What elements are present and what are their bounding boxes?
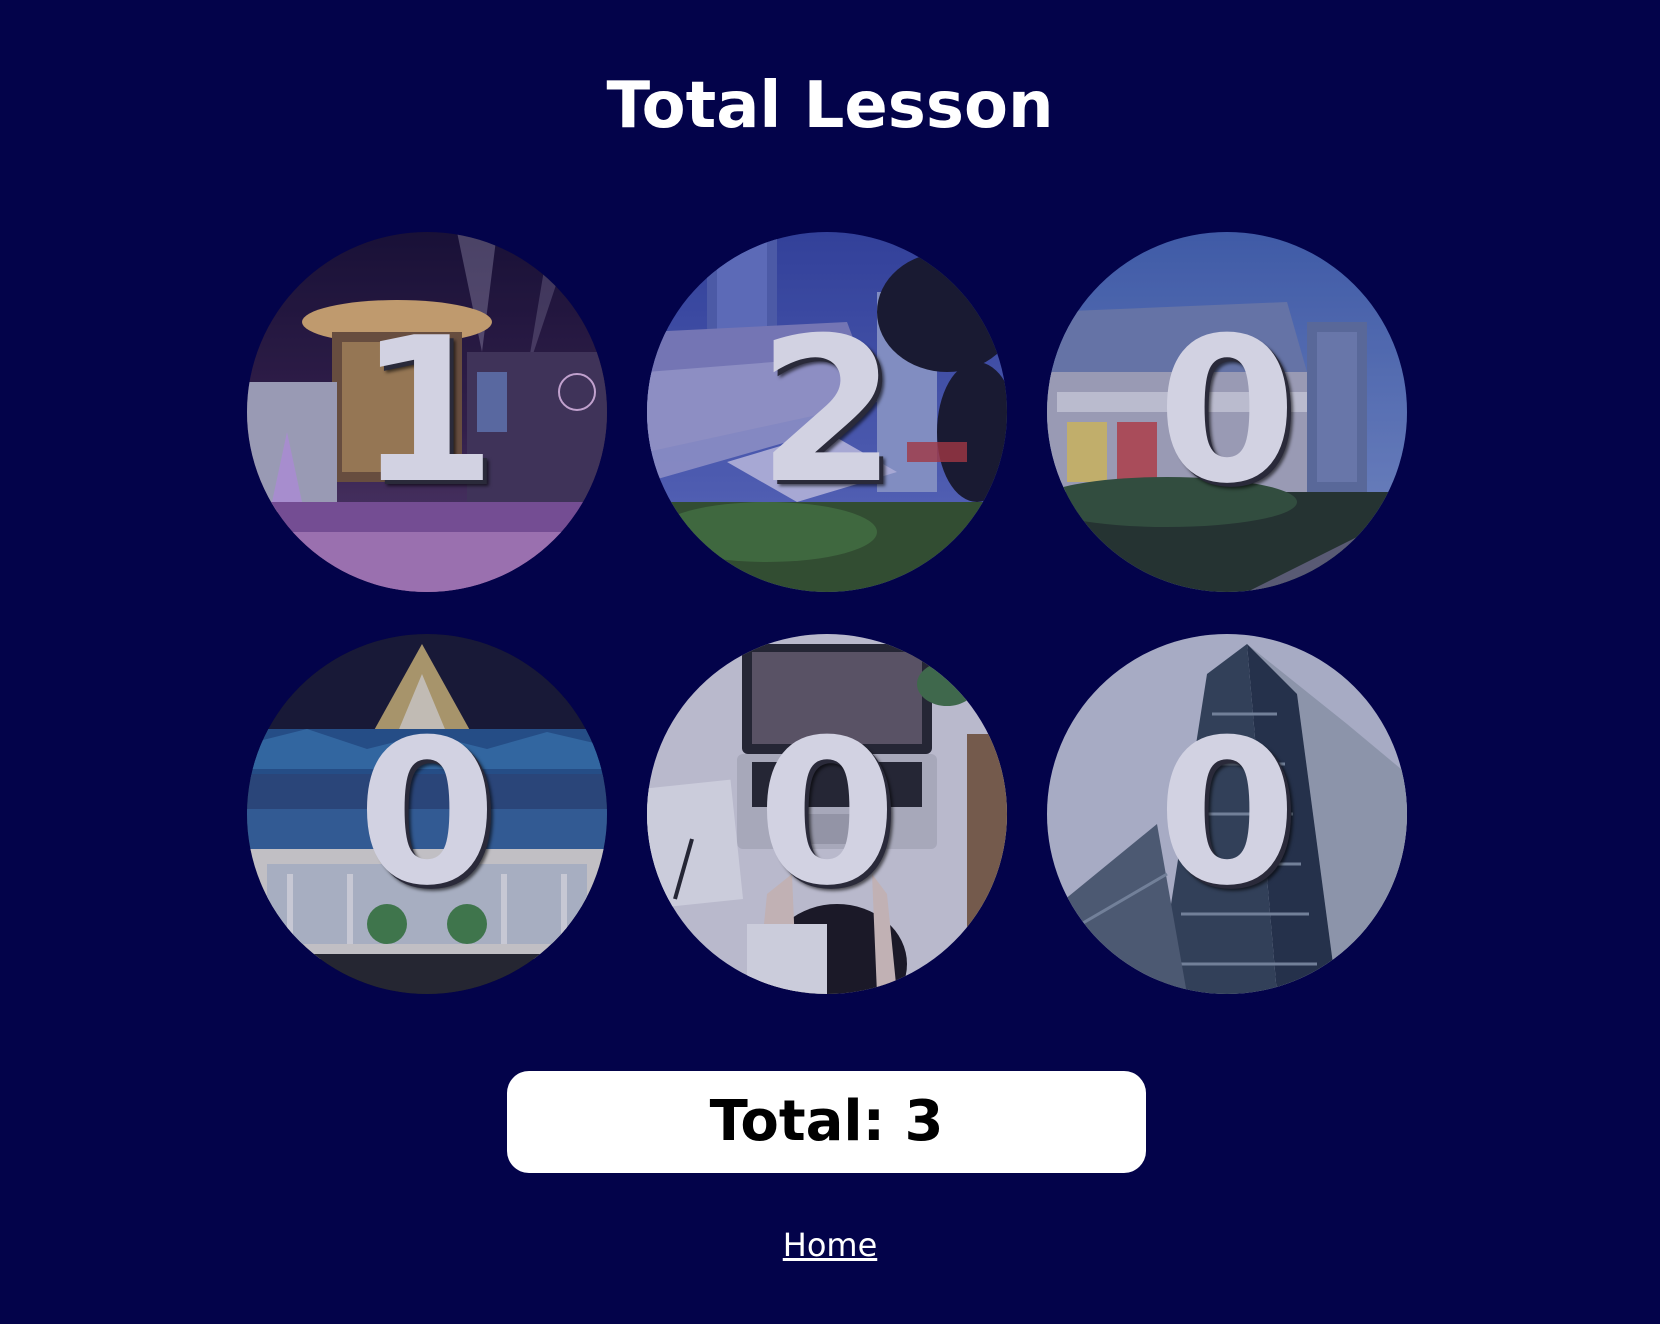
lesson-digit-tile-2: 2	[647, 232, 1007, 592]
lesson-digit: 0	[1157, 295, 1297, 528]
lesson-digit: 0	[757, 697, 897, 930]
page-title: Total Lesson	[606, 69, 1054, 143]
home-link-container: Home	[0, 1225, 1660, 1265]
lesson-digit: 0	[357, 697, 497, 930]
home-link[interactable]: Home	[783, 1226, 878, 1264]
total-count-display: Total: 3	[507, 1071, 1146, 1173]
lesson-digit: 1	[357, 295, 497, 528]
lesson-digit-tile-1: 1	[247, 232, 607, 592]
lesson-digit: 0	[1157, 697, 1297, 930]
lesson-digit-tile-6: 0	[1047, 634, 1407, 994]
lesson-digit-tile-4: 0	[247, 634, 607, 994]
lesson-digit-tile-5: 0	[647, 634, 1007, 994]
lesson-digit: 2	[757, 295, 897, 528]
lesson-digit-tile-3: 0	[1047, 232, 1407, 592]
